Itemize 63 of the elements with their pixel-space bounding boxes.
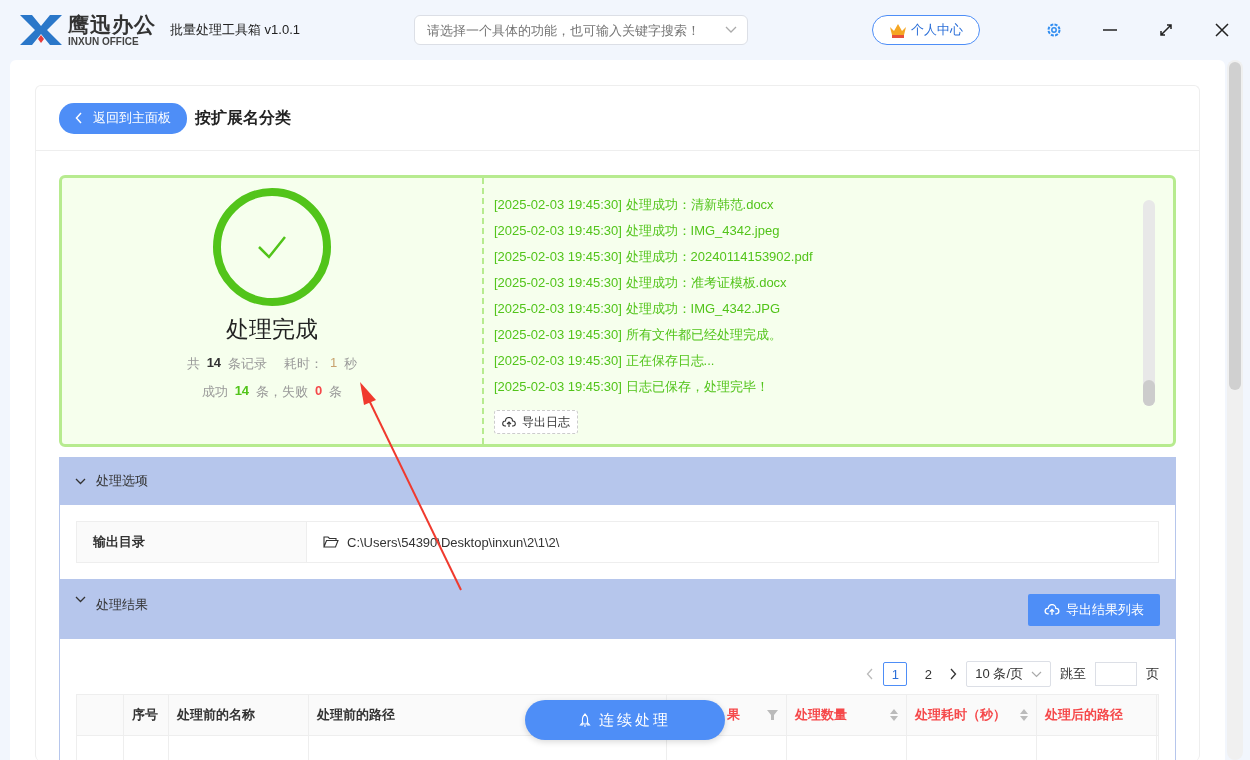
- scrollbar-thumb[interactable]: [1229, 62, 1241, 390]
- section-header[interactable]: 处理选项: [59, 457, 1176, 505]
- check-circle-icon: [211, 186, 333, 308]
- column-header: 处理前的名称: [169, 695, 309, 735]
- user-center-button[interactable]: 个人中心: [872, 15, 980, 45]
- section-title: 处理选项: [96, 472, 148, 490]
- stat-label: 秒: [344, 355, 358, 373]
- log-line: [2025-02-03 19:45:30] 所有文件都已经处理完成。: [494, 326, 782, 344]
- cloud-upload-icon: [502, 416, 516, 428]
- prev-page-icon[interactable]: [866, 668, 875, 680]
- section-title: 处理结果: [96, 596, 148, 614]
- page-button[interactable]: 2: [916, 662, 941, 686]
- page-input[interactable]: [1095, 662, 1137, 686]
- failed-count: 0: [315, 383, 323, 400]
- page-title: 按扩展名分类: [195, 107, 291, 128]
- page-button[interactable]: 1: [883, 662, 908, 686]
- folder-icon: [323, 536, 339, 548]
- success-count: 14: [234, 383, 250, 400]
- log-line: [2025-02-03 19:45:30] 日志已保存，处理完毕！: [494, 378, 769, 396]
- status-title: 处理完成: [226, 315, 318, 344]
- maximize-icon[interactable]: [1158, 22, 1174, 38]
- option-label: 输出目录: [77, 522, 307, 562]
- log-line: [2025-02-03 19:45:30] 处理成功：IMG_4342.JPG: [494, 300, 781, 318]
- log-line: [2025-02-03 19:45:30] 处理成功：清新韩范.docx: [494, 196, 774, 214]
- log-line: [2025-02-03 19:45:30] 处理成功：IMG_4342.jpeg: [494, 222, 780, 240]
- jump-label: 跳至: [1060, 665, 1086, 683]
- page-unit: 页: [1146, 665, 1159, 683]
- settings-icon[interactable]: [1046, 22, 1062, 38]
- chevron-down-icon: [1031, 670, 1042, 678]
- close-icon[interactable]: [1214, 22, 1230, 38]
- search-field[interactable]: 请选择一个具体的功能，也可输入关键字搜索！: [414, 15, 749, 45]
- time-value: 1: [330, 355, 338, 372]
- chevron-down-icon: [725, 26, 738, 34]
- sort-icon[interactable]: [890, 709, 898, 721]
- column-header: 处理后的路径: [1037, 695, 1157, 735]
- logo-title: 鹰迅办公: [68, 13, 156, 35]
- stat-label: 条: [329, 383, 343, 401]
- crown-icon: [889, 22, 907, 38]
- stat-label: 条记录: [228, 355, 268, 373]
- logo-icon: [18, 13, 64, 47]
- log-line: [2025-02-03 19:45:30] 正在保存日志...: [494, 352, 715, 370]
- export-log-button[interactable]: 导出日志: [494, 410, 578, 434]
- page-size-select[interactable]: 10 条/页: [966, 661, 1051, 687]
- section-header[interactable]: 处理结果 导出结果列表: [59, 579, 1176, 639]
- cloud-upload-icon: [1044, 604, 1060, 616]
- app-title: 批量处理工具箱 v1.0.1: [170, 21, 301, 39]
- stat-label: 成功: [201, 383, 228, 401]
- rocket-icon: [579, 712, 591, 728]
- stat-label: 耗时：: [284, 355, 324, 373]
- stat-label: 共: [186, 355, 200, 373]
- column-header: 处理耗时（秒）: [907, 695, 1037, 735]
- log-line: [2025-02-03 19:45:30] 处理成功：准考证模板.docx: [494, 274, 787, 292]
- scrollbar-thumb[interactable]: [1143, 380, 1155, 406]
- filter-icon[interactable]: [767, 710, 778, 720]
- sort-icon[interactable]: [1020, 709, 1028, 721]
- log-line: [2025-02-03 19:45:30] 处理成功：20240114153902.pdf: [494, 248, 813, 266]
- chevron-left-icon: [75, 112, 83, 124]
- next-page-icon[interactable]: [949, 668, 958, 680]
- logo-subtitle: INXUN OFFICE: [68, 36, 139, 47]
- total-count: 14: [206, 355, 222, 372]
- column-header: 处理数量: [787, 695, 907, 735]
- column-header: 序号: [124, 695, 169, 735]
- stat-label: 条，失败: [256, 383, 309, 401]
